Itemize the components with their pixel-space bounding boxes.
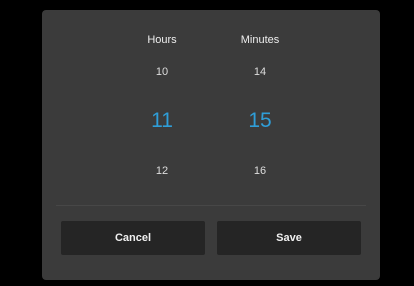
hours-next-value[interactable]: 12 bbox=[117, 165, 207, 177]
minutes-selected-value[interactable]: 15 bbox=[215, 109, 305, 133]
minutes-header: Minutes bbox=[240, 34, 280, 46]
minutes-previous-value[interactable]: 14 bbox=[215, 66, 305, 78]
cancel-button[interactable]: Cancel bbox=[61, 221, 205, 255]
time-picker-dialog: Hours 10 11 12 Minutes 14 15 16 Cancel S… bbox=[42, 10, 380, 280]
hours-selected-value[interactable]: 11 bbox=[117, 109, 207, 133]
hours-previous-value[interactable]: 10 bbox=[117, 66, 207, 78]
save-button[interactable]: Save bbox=[217, 221, 361, 255]
divider bbox=[56, 205, 366, 206]
minutes-next-value[interactable]: 16 bbox=[215, 165, 305, 177]
hours-header: Hours bbox=[147, 34, 177, 46]
